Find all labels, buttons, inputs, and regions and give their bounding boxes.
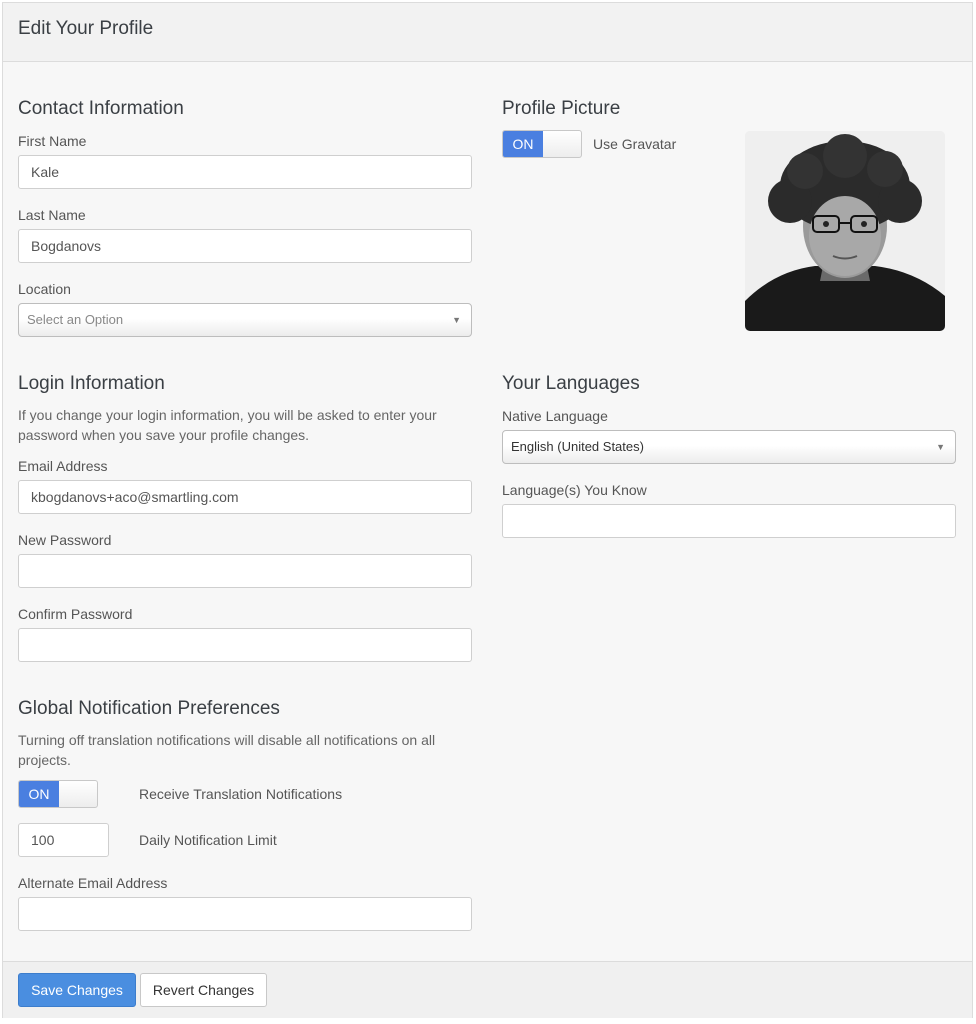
notification-limit-label: Daily Notification Limit (139, 832, 277, 848)
first-name-label: First Name (18, 133, 87, 149)
native-language-value: English (United States) (511, 439, 644, 454)
notifications-help-line-1: Turning off translation notifications wi… (18, 732, 436, 748)
avatar (745, 131, 945, 331)
known-languages-label: Language(s) You Know (502, 482, 647, 498)
panel-header: Edit Your Profile (3, 3, 972, 62)
profile-picture-section-title: Profile Picture (502, 98, 621, 119)
notifications-help-line-2: projects. (18, 752, 71, 768)
last-name-label: Last Name (18, 207, 86, 223)
location-select[interactable]: Select an Option ▼ (18, 303, 472, 337)
chevron-down-icon: ▼ (936, 442, 945, 452)
languages-section-title: Your Languages (502, 373, 640, 394)
confirm-password-label: Confirm Password (18, 606, 133, 622)
gravatar-toggle[interactable]: ON (502, 130, 582, 158)
revert-button[interactable]: Revert Changes (140, 973, 267, 1007)
confirm-password-field[interactable] (18, 628, 472, 662)
alternate-email-field[interactable] (18, 897, 472, 931)
translation-notifications-toggle[interactable]: ON (18, 780, 98, 808)
login-section-title: Login Information (18, 373, 165, 394)
new-password-label: New Password (18, 532, 112, 548)
login-help-line-2: password when you save your profile chan… (18, 427, 310, 443)
login-help-line-1: If you change your login information, yo… (18, 407, 437, 423)
profile-photo-image (745, 131, 945, 331)
first-name-input[interactable]: Kale (18, 155, 472, 189)
last-name-input[interactable]: Bogdanovs (18, 229, 472, 263)
notification-limit-input[interactable]: 100 (18, 823, 109, 857)
new-password-field[interactable] (18, 554, 472, 588)
alternate-email-label: Alternate Email Address (18, 875, 168, 891)
translation-notifications-label: Receive Translation Notifications (139, 786, 343, 802)
edit-profile-panel: Edit Your Profile Contact Information Fi… (2, 2, 973, 1018)
email-field[interactable]: kbogdanovs+aco@smartling.com (18, 480, 472, 514)
gravatar-toggle-label: Use Gravatar (593, 136, 677, 152)
location-label: Location (18, 281, 71, 297)
form-footer: Save Changes Revert Changes (3, 961, 972, 1018)
native-language-select[interactable]: English (United States) ▼ (502, 430, 956, 464)
translation-notifications-toggle-state: ON (19, 781, 59, 807)
location-select-value: Select an Option (27, 312, 124, 327)
chevron-down-icon: ▼ (452, 315, 461, 325)
gravatar-toggle-state: ON (503, 131, 543, 157)
save-button[interactable]: Save Changes (18, 973, 136, 1007)
notifications-section-title: Global Notification Preferences (18, 698, 280, 719)
notifications-help-text: Turning off translation notifications wi… (18, 730, 435, 770)
page-title: Edit Your Profile (18, 18, 154, 39)
known-languages-input[interactable] (502, 504, 956, 538)
native-language-label: Native Language (502, 408, 608, 424)
email-label: Email Address (18, 458, 108, 474)
contact-section-title: Contact Information (18, 98, 184, 119)
login-help-text: If you change your login information, yo… (18, 405, 437, 445)
